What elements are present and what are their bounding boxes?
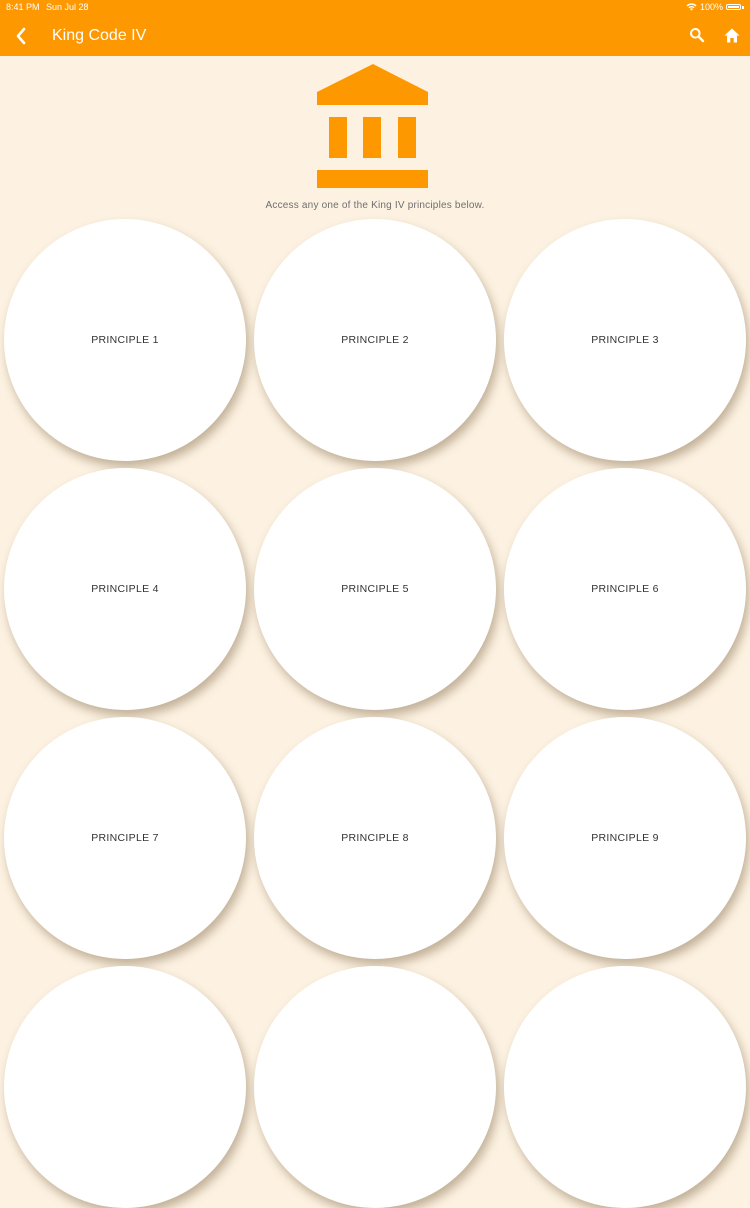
status-bar: 8:41 PM Sun Jul 28 100% [0,0,750,14]
search-button[interactable] [687,25,707,45]
principle-label: PRINCIPLE 3 [591,334,659,346]
principle-5-button[interactable]: PRINCIPLE 5 [254,468,496,710]
search-icon [690,28,705,43]
home-button[interactable] [722,25,742,45]
principle-4-button[interactable]: PRINCIPLE 4 [4,468,246,710]
principle-8-button[interactable]: PRINCIPLE 8 [254,717,496,959]
bank-building-icon [316,64,430,190]
back-button[interactable] [10,25,32,47]
principle-label: PRINCIPLE 1 [91,334,159,346]
chevron-left-icon [16,27,26,45]
intro-text: Access any one of the King IV principles… [265,200,485,211]
principle-label: PRINCIPLE 2 [341,334,409,346]
battery-icon [726,4,741,10]
principle-7-button[interactable]: PRINCIPLE 7 [4,717,246,959]
principle-1-button[interactable]: PRINCIPLE 1 [4,219,246,461]
status-indicators: 100% [686,2,744,12]
principle-label: PRINCIPLE 8 [341,832,409,844]
principle-label: PRINCIPLE 4 [91,583,159,595]
principle-2-button[interactable]: PRINCIPLE 2 [254,219,496,461]
principle-10-button[interactable] [4,966,246,1208]
principle-3-button[interactable]: PRINCIPLE 3 [504,219,746,461]
principle-label: PRINCIPLE 6 [591,583,659,595]
principle-label: PRINCIPLE 7 [91,832,159,844]
battery-cap [742,5,744,9]
home-icon [724,28,740,42]
status-time: 8:41 PM [6,2,40,12]
page-title: King Code IV [52,27,147,44]
principle-6-button[interactable]: PRINCIPLE 6 [504,468,746,710]
principle-9-button[interactable]: PRINCIPLE 9 [504,717,746,959]
principle-label: PRINCIPLE 5 [341,583,409,595]
principle-label: PRINCIPLE 9 [591,832,659,844]
status-date: Sun Jul 28 [46,2,89,12]
principle-12-button[interactable] [504,966,746,1208]
wifi-icon [686,3,697,11]
principle-11-button[interactable] [254,966,496,1208]
app-header: 8:41 PM Sun Jul 28 100% King Code IV [0,0,750,56]
battery-percent: 100% [699,2,723,12]
